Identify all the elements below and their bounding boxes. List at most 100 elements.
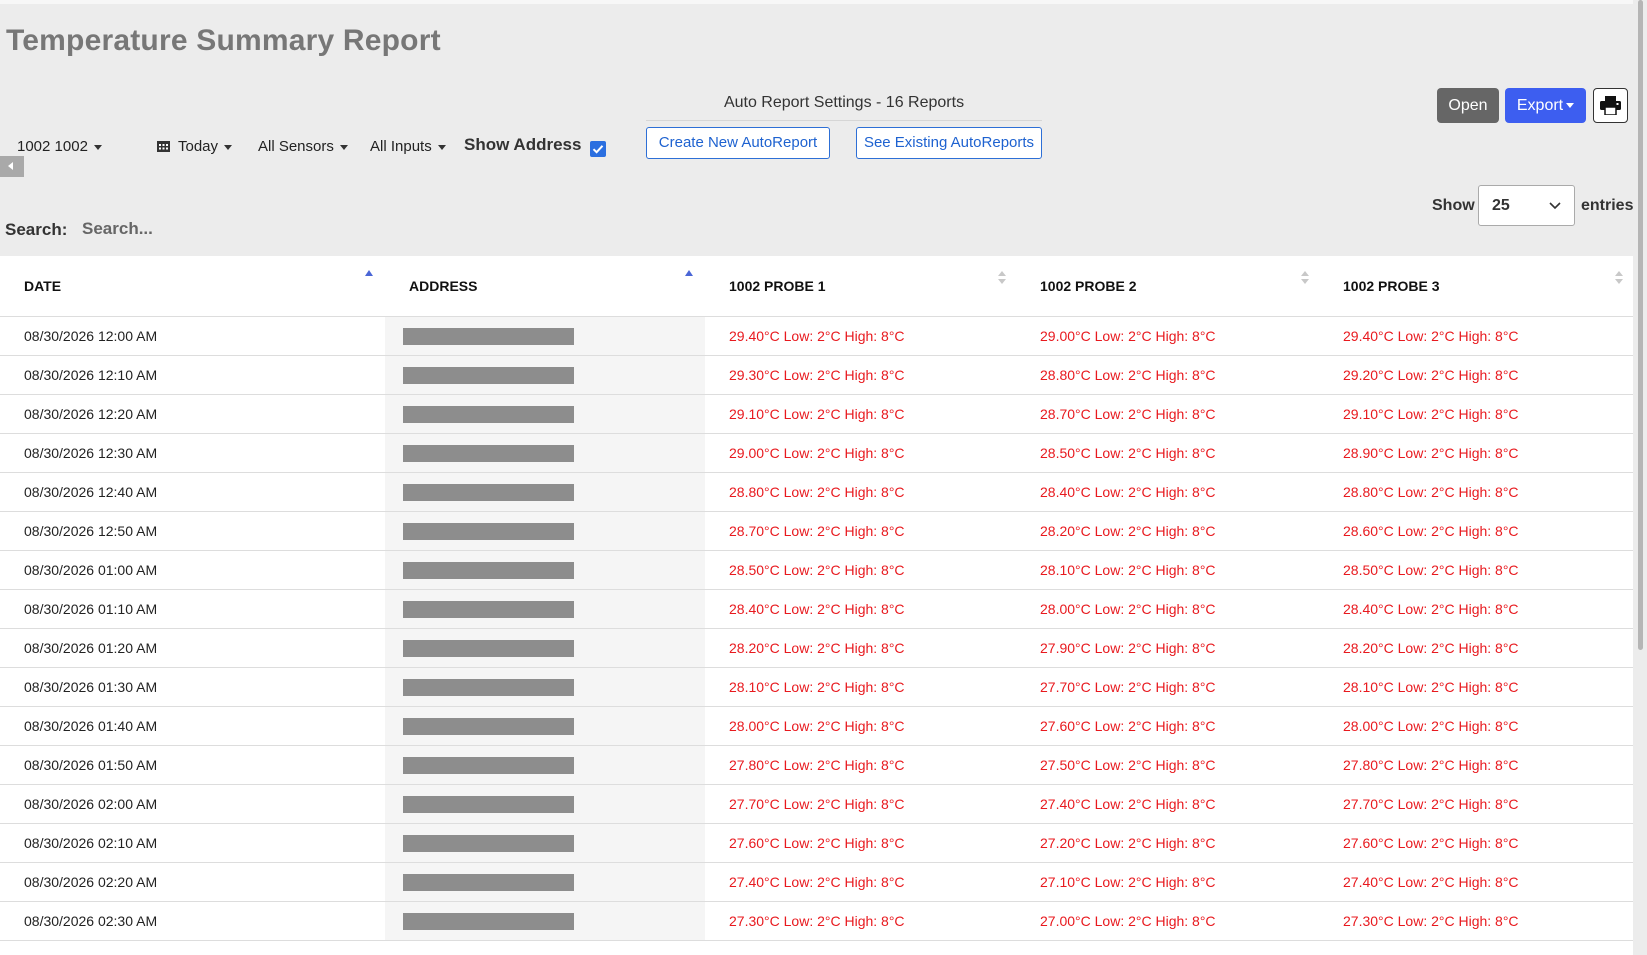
probe-2-cell: 28.70°C Low: 2°C High: 8°C (1016, 394, 1319, 434)
show-address-checkbox[interactable] (590, 141, 606, 157)
table-row: 08/30/2026 02:20 AM 27.40°C Low: 2°C High… (0, 862, 1633, 902)
sort-icon (1615, 271, 1623, 287)
column-header-address[interactable]: ADDRESS (385, 256, 705, 317)
export-button[interactable]: Export (1505, 88, 1586, 123)
date-cell: 08/30/2026 02:30 AM (0, 901, 385, 941)
probe-2-cell: 27.50°C Low: 2°C High: 8°C (1016, 745, 1319, 785)
auto-report-settings-title: Auto Report Settings - 16 Reports (646, 94, 1042, 121)
column-header-label: 1002 PROBE 1 (729, 278, 826, 294)
redacted-address (403, 756, 574, 774)
show-entries-label: Show (1432, 197, 1475, 214)
probe-2-cell: 28.00°C Low: 2°C High: 8°C (1016, 589, 1319, 629)
probe-2-cell: 27.40°C Low: 2°C High: 8°C (1016, 784, 1319, 824)
probe-1-cell: 28.50°C Low: 2°C High: 8°C (705, 550, 1016, 590)
date-cell: 08/30/2026 12:40 AM (0, 472, 385, 512)
print-button[interactable] (1593, 88, 1628, 123)
date-cell: 08/30/2026 12:00 AM (0, 316, 385, 356)
date-cell: 08/30/2026 01:40 AM (0, 706, 385, 746)
probe-2-cell: 27.10°C Low: 2°C High: 8°C (1016, 862, 1319, 902)
inputs-dropdown[interactable]: All Inputs (370, 138, 446, 155)
redacted-address (403, 405, 574, 423)
sort-ascending-icon (685, 270, 693, 276)
probe-1-cell: 29.40°C Low: 2°C High: 8°C (705, 316, 1016, 356)
column-header-label: 1002 PROBE 3 (1343, 278, 1440, 294)
table-row: 08/30/2026 01:40 AM 28.00°C Low: 2°C High… (0, 706, 1633, 746)
redacted-address (403, 327, 574, 345)
redacted-address (403, 717, 574, 735)
probe-1-cell: 28.10°C Low: 2°C High: 8°C (705, 667, 1016, 707)
caret-down-icon (1566, 103, 1575, 109)
page-scrollbar[interactable] (1633, 0, 1647, 955)
sort-icon (998, 271, 1006, 287)
date-range-label: Today (178, 138, 219, 155)
date-cell: 08/30/2026 01:50 AM (0, 745, 385, 785)
probe-1-cell: 28.00°C Low: 2°C High: 8°C (705, 706, 1016, 746)
column-header-probe-1[interactable]: 1002 PROBE 1 (705, 256, 1016, 317)
probe-2-cell: 29.00°C Low: 2°C High: 8°C (1016, 316, 1319, 356)
probe-3-cell: 28.10°C Low: 2°C High: 8°C (1319, 667, 1633, 707)
entries-label: entries (1581, 197, 1634, 214)
date-cell: 08/30/2026 02:10 AM (0, 823, 385, 863)
entries-count-select[interactable]: 25 (1478, 185, 1575, 226)
date-range-dropdown[interactable]: Today (157, 138, 233, 155)
date-cell: 08/30/2026 01:10 AM (0, 589, 385, 629)
column-header-probe-2[interactable]: 1002 PROBE 2 (1016, 256, 1319, 317)
probe-1-cell: 28.20°C Low: 2°C High: 8°C (705, 628, 1016, 668)
address-cell (385, 706, 705, 746)
address-cell (385, 667, 705, 707)
redacted-address (403, 834, 574, 852)
probe-1-cell: 27.40°C Low: 2°C High: 8°C (705, 862, 1016, 902)
address-cell (385, 511, 705, 551)
address-cell (385, 550, 705, 590)
probe-3-cell: 27.80°C Low: 2°C High: 8°C (1319, 745, 1633, 785)
probe-3-cell: 28.00°C Low: 2°C High: 8°C (1319, 706, 1633, 746)
search-input[interactable] (82, 214, 342, 244)
table-row: 08/30/2026 12:00 AM 29.40°C Low: 2°C High… (0, 316, 1633, 356)
table-row: 08/30/2026 12:40 AM 28.80°C Low: 2°C High… (0, 472, 1633, 512)
column-header-label: 1002 PROBE 2 (1040, 278, 1137, 294)
probe-3-cell: 28.50°C Low: 2°C High: 8°C (1319, 550, 1633, 590)
probe-3-cell: 27.30°C Low: 2°C High: 8°C (1319, 901, 1633, 941)
probe-3-cell: 29.40°C Low: 2°C High: 8°C (1319, 316, 1633, 356)
table-row: 08/30/2026 02:10 AM 27.60°C Low: 2°C High… (0, 823, 1633, 863)
probe-3-cell: 28.40°C Low: 2°C High: 8°C (1319, 589, 1633, 629)
see-existing-autoreports-button[interactable]: See Existing AutoReports (856, 127, 1042, 159)
table-row: 08/30/2026 02:00 AM 27.70°C Low: 2°C High… (0, 784, 1633, 824)
probe-3-cell: 28.90°C Low: 2°C High: 8°C (1319, 433, 1633, 473)
redacted-address (403, 561, 574, 579)
table-header-row: DATE ADDRESS 1002 PROBE 1 1002 PROBE 2 1… (0, 256, 1633, 317)
probe-3-cell: 28.60°C Low: 2°C High: 8°C (1319, 511, 1633, 551)
column-header-label: DATE (24, 278, 62, 294)
address-cell (385, 433, 705, 473)
sidebar-collapse-toggle[interactable] (0, 156, 24, 177)
sensors-dropdown[interactable]: All Sensors (258, 138, 348, 155)
create-new-autoreport-button[interactable]: Create New AutoReport (646, 127, 830, 159)
table-row: 08/30/2026 01:50 AM 27.80°C Low: 2°C High… (0, 745, 1633, 785)
redacted-address (403, 639, 574, 657)
table-row: 08/30/2026 01:00 AM 28.50°C Low: 2°C High… (0, 550, 1633, 590)
redacted-address (403, 522, 574, 540)
printer-icon (1600, 96, 1621, 115)
redacted-address (403, 483, 574, 501)
redacted-address (403, 912, 574, 930)
table-row: 08/30/2026 12:20 AM 29.10°C Low: 2°C High… (0, 394, 1633, 434)
device-dropdown[interactable]: 1002 1002 (17, 138, 102, 155)
probe-2-cell: 28.80°C Low: 2°C High: 8°C (1016, 355, 1319, 395)
address-cell (385, 901, 705, 941)
column-header-label: ADDRESS (409, 278, 478, 294)
redacted-address (403, 366, 574, 384)
column-header-probe-3[interactable]: 1002 PROBE 3 (1319, 256, 1633, 317)
date-cell: 08/30/2026 01:20 AM (0, 628, 385, 668)
table-row: 08/30/2026 12:30 AM 29.00°C Low: 2°C High… (0, 433, 1633, 473)
date-cell: 08/30/2026 12:10 AM (0, 355, 385, 395)
probe-2-cell: 28.20°C Low: 2°C High: 8°C (1016, 511, 1319, 551)
date-cell: 08/30/2026 02:00 AM (0, 784, 385, 824)
column-header-date[interactable]: DATE (0, 256, 385, 317)
scrollbar-thumb[interactable] (1638, 0, 1643, 650)
inputs-dropdown-label: All Inputs (370, 138, 432, 155)
probe-1-cell: 29.10°C Low: 2°C High: 8°C (705, 394, 1016, 434)
table-body: 08/30/2026 12:00 AM 29.40°C Low: 2°C High… (0, 316, 1633, 941)
open-button[interactable]: Open (1437, 88, 1499, 123)
probe-3-cell: 28.20°C Low: 2°C High: 8°C (1319, 628, 1633, 668)
probe-1-cell: 27.80°C Low: 2°C High: 8°C (705, 745, 1016, 785)
